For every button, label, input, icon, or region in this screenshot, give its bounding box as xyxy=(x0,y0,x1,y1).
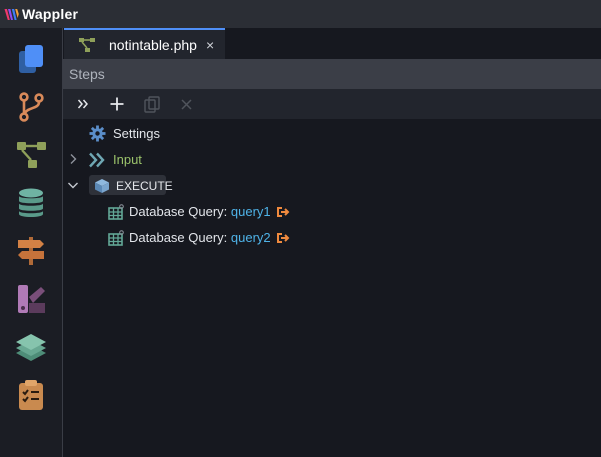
query-name: query2 xyxy=(230,230,271,245)
table-icon xyxy=(107,229,125,247)
tab-label: notintable.php xyxy=(109,36,197,53)
tree-item-execute[interactable]: EXECUTE xyxy=(63,172,601,198)
chevron-down-icon[interactable] xyxy=(67,179,79,191)
activity-tasks-button[interactable] xyxy=(13,377,49,413)
signpost-icon xyxy=(18,237,44,265)
tree-item-settings[interactable]: Settings xyxy=(63,120,601,146)
workflow-icon xyxy=(78,36,96,54)
swatches-icon xyxy=(18,285,45,313)
tree-item-label: Settings xyxy=(113,126,160,141)
activity-git-button[interactable] xyxy=(13,89,49,125)
git-branch-icon xyxy=(19,92,44,122)
tab-close-button[interactable]: × xyxy=(206,37,214,53)
output-arrow-icon xyxy=(276,232,290,247)
activity-pages-button[interactable] xyxy=(13,41,49,77)
panel-title: Steps xyxy=(69,66,105,82)
delete-step-button[interactable] xyxy=(172,89,200,119)
workflow-icon xyxy=(17,142,46,168)
activity-database-button[interactable] xyxy=(13,185,49,221)
tree-item-label: EXECUTE xyxy=(116,179,173,193)
editor-tab-bar: notintable.php × xyxy=(63,28,601,59)
database-icon xyxy=(19,188,43,217)
copy-icon xyxy=(144,95,160,113)
plus-icon xyxy=(110,97,124,111)
add-step-button[interactable] xyxy=(103,89,131,119)
cube-icon xyxy=(93,177,111,195)
activity-bar xyxy=(0,28,63,457)
activity-server-connect-button[interactable] xyxy=(13,137,49,173)
tree-item-input[interactable]: Input xyxy=(63,146,601,172)
chevron-right-icon[interactable] xyxy=(67,153,79,165)
activity-layers-button[interactable] xyxy=(13,329,49,365)
output-arrow-icon xyxy=(276,206,290,221)
steps-panel-header: Steps xyxy=(63,59,601,89)
gear-icon xyxy=(88,124,106,142)
activity-routing-button[interactable] xyxy=(13,233,49,269)
tree-item-query2[interactable]: Database Query: query2 xyxy=(63,224,601,250)
copy-step-button[interactable] xyxy=(138,89,166,119)
tab-notintable[interactable]: notintable.php × xyxy=(64,28,225,59)
wappler-logo-icon xyxy=(4,7,19,22)
close-icon xyxy=(180,98,192,110)
tree-item-query1[interactable]: Database Query: query1 xyxy=(63,198,601,224)
steps-tree: Settings Input EXECUTE Database Query: q… xyxy=(63,119,601,457)
title-bar: Wappler xyxy=(0,0,601,28)
tree-item-label: Input xyxy=(113,152,142,167)
tree-item-label: Database Query: query1 xyxy=(129,204,290,221)
layers-icon xyxy=(16,334,46,361)
clipboard-check-icon xyxy=(19,380,43,410)
double-chevron-right-icon xyxy=(88,151,106,169)
table-icon xyxy=(107,203,125,221)
tree-item-label: Database Query: query2 xyxy=(129,230,290,247)
activity-design-button[interactable] xyxy=(13,281,49,317)
query-name: query1 xyxy=(230,204,271,219)
expand-all-button[interactable] xyxy=(69,89,97,119)
app-title: Wappler xyxy=(22,6,79,22)
copy-icon xyxy=(19,45,43,73)
steps-toolbar xyxy=(63,89,601,119)
double-chevron-right-icon xyxy=(77,99,88,109)
